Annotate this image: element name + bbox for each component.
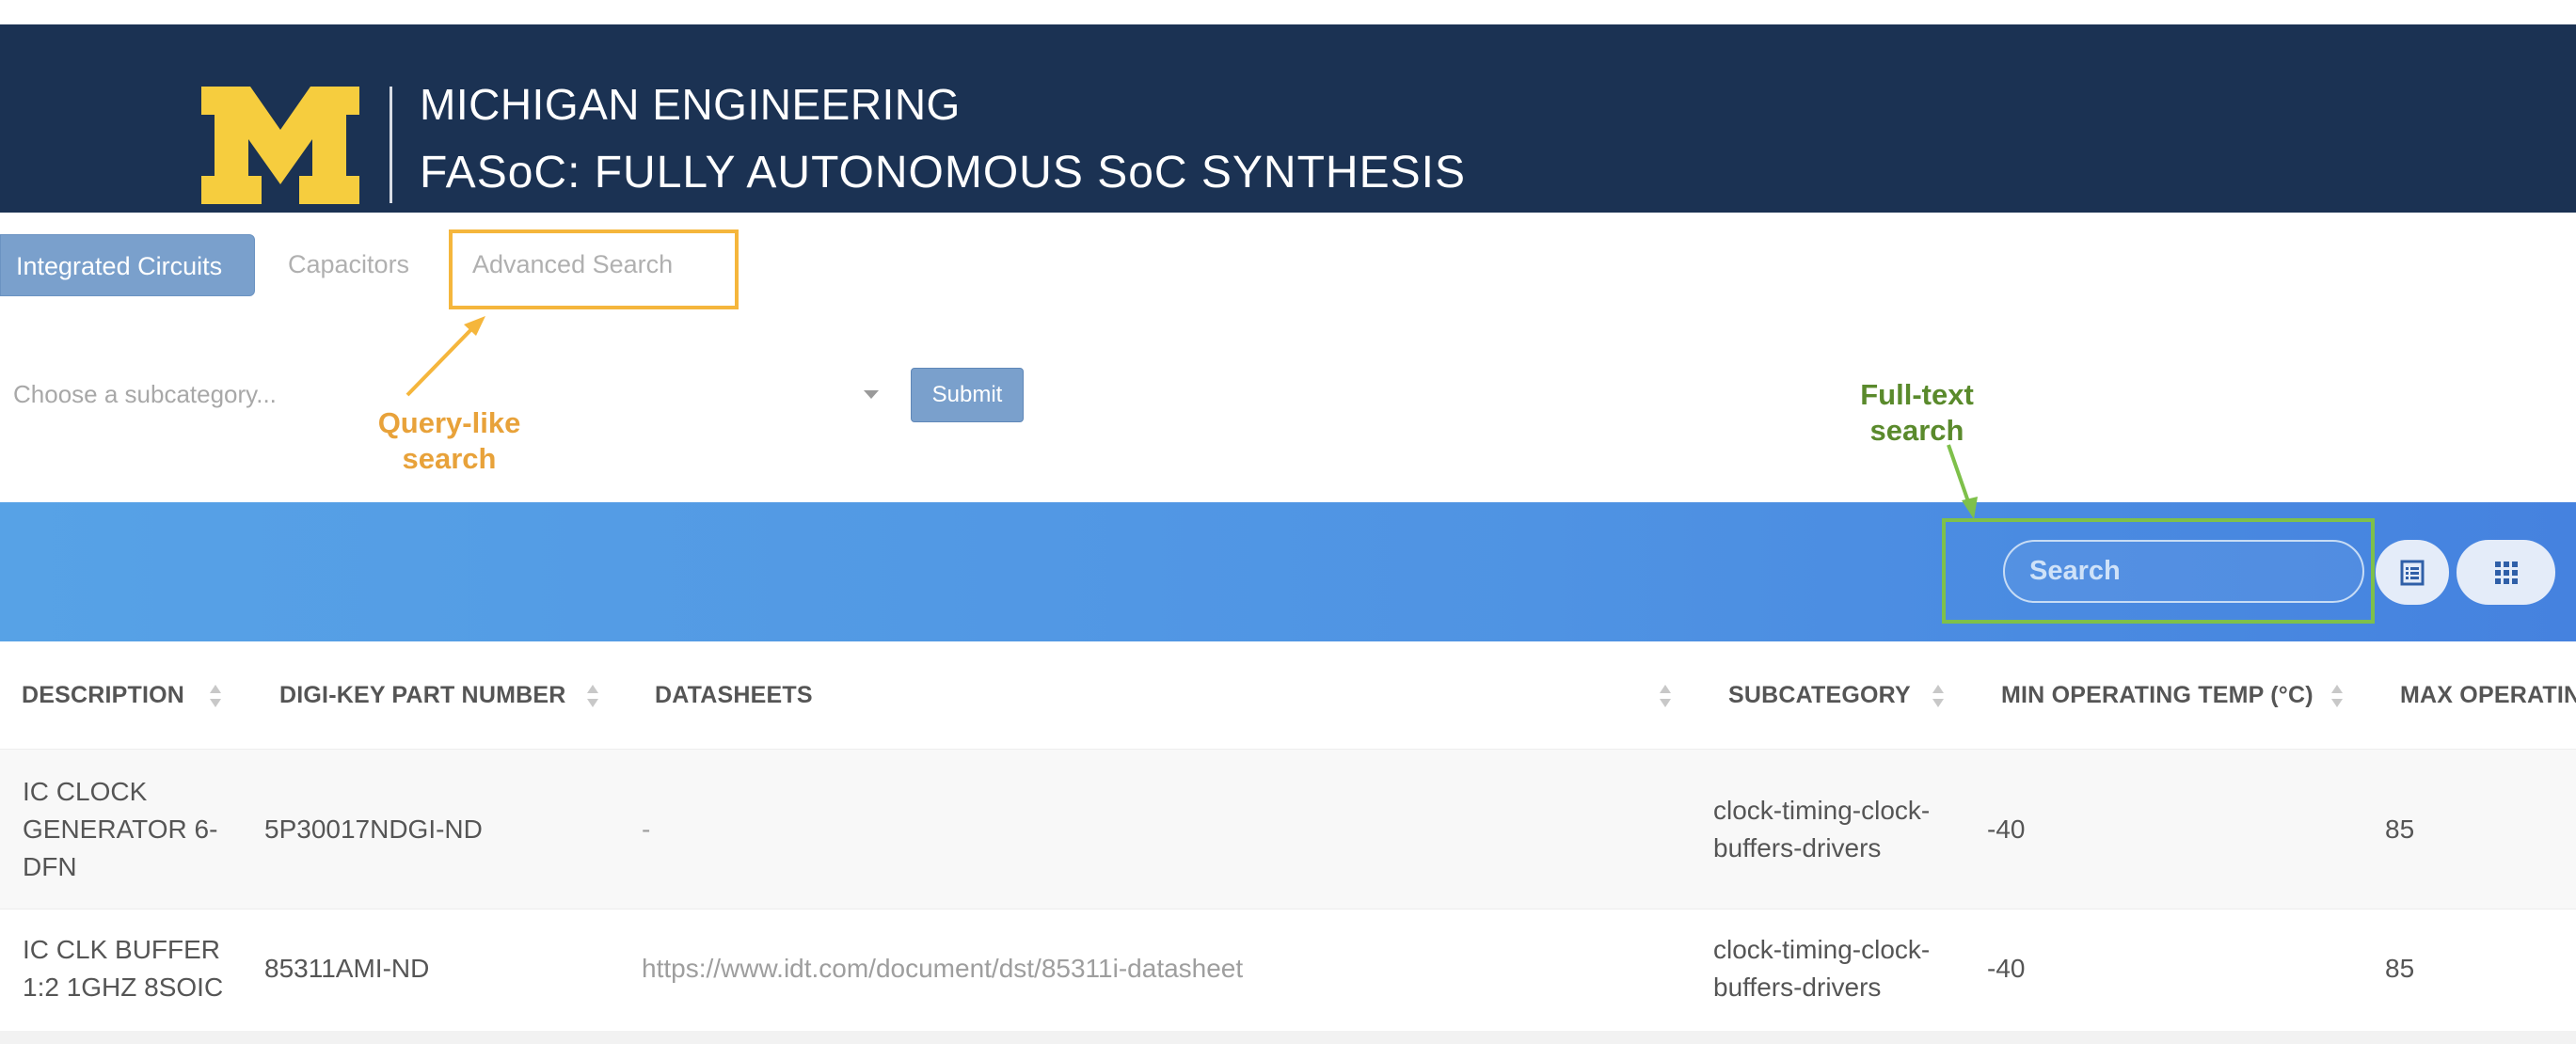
cell-line: clock-timing-clock- [1713,935,1931,964]
cell-part-number: 5P30017NDGI-ND [264,815,483,844]
list-view-icon [2400,560,2425,585]
column-header-description[interactable]: DESCRIPTION [22,682,184,709]
header-org-name: MICHIGAN ENGINEERING [420,80,961,129]
cell-subcategory: clock-timing-clock- buffers-drivers [1713,931,1930,1006]
cell-line: buffers-drivers [1713,973,1882,1002]
cell-part-number: 85311AMI-ND [264,954,430,983]
cell-min-temp: -40 [1987,815,2026,844]
annotation-line: search [402,442,497,475]
fulltext-arrow-line [1947,444,1972,508]
full-text-search-annotation: Full-text search [1844,377,1990,449]
cell-line: buffers-drivers [1713,833,1882,862]
column-header-min-temp[interactable]: MIN OPERATING TEMP (°C) [2001,682,2314,709]
grid-view-button[interactable] [2457,540,2555,605]
sort-icon[interactable] [2330,683,2344,709]
submit-button[interactable]: Submit [911,368,1024,422]
cell-description: IC CLOCK GENERATOR 6- DFN [23,773,217,886]
table-bottom-edge [0,1031,2576,1044]
sort-icon[interactable] [586,683,599,709]
cell-subcategory: clock-timing-clock- buffers-drivers [1713,792,1930,867]
cell-max-temp: 85 [2385,815,2415,844]
grid-view-icon [2494,561,2518,584]
sort-icon[interactable] [1659,683,1672,709]
search-input[interactable] [2003,540,2364,603]
site-header: MICHIGAN ENGINEERING FASoC: FULLY AUTONO… [0,24,2576,213]
cell-line: clock-timing-clock- [1713,796,1931,825]
cell-max-temp: 85 [2385,954,2415,983]
datasheet-link[interactable]: https://www.idt.com/document/dst/85311i-… [642,950,1243,988]
cell-datasheet: - [642,815,651,844]
cell-line: 1:2 1GHZ 8SOIC [23,973,224,1002]
annotation-line: Full-text [1860,378,1974,411]
annotation-line: Query-like [377,406,521,439]
header-project-title: FASoC: FULLY AUTONOMOUS SoC SYNTHESIS [420,148,1466,198]
list-view-button[interactable] [2376,540,2449,605]
tab-integrated-circuits[interactable]: Integrated Circuits [0,234,255,296]
annotation-line: search [1869,414,1964,447]
column-header-datasheets[interactable]: DATASHEETS [655,682,813,709]
tab-capacitors[interactable]: Capacitors [288,250,409,279]
chevron-down-icon [864,390,879,399]
cell-line: IC CLK BUFFER [23,935,221,964]
subcategory-placeholder: Choose a subcategory... [13,380,277,408]
cell-line: IC CLOCK [23,777,148,806]
column-header-subcategory[interactable]: SUBCATEGORY [1728,682,1911,709]
query-arrow-head [464,316,485,336]
sort-icon[interactable] [209,683,222,709]
advanced-search-highlight [449,229,739,309]
header-divider [390,87,392,203]
query-like-search-annotation: Query-like search [367,405,532,477]
column-header-part-number[interactable]: DIGI-KEY PART NUMBER [279,682,565,709]
cell-line: DFN [23,852,77,881]
column-header-max-temp[interactable]: MAX OPERATING TEMP (°C) [2400,682,2576,709]
cell-description: IC CLK BUFFER 1:2 1GHZ 8SOIC [23,931,223,1006]
cell-min-temp: -40 [1987,954,2026,983]
sort-icon[interactable] [1932,683,1945,709]
cell-line: GENERATOR 6- [23,815,218,844]
michigan-logo [201,87,359,204]
